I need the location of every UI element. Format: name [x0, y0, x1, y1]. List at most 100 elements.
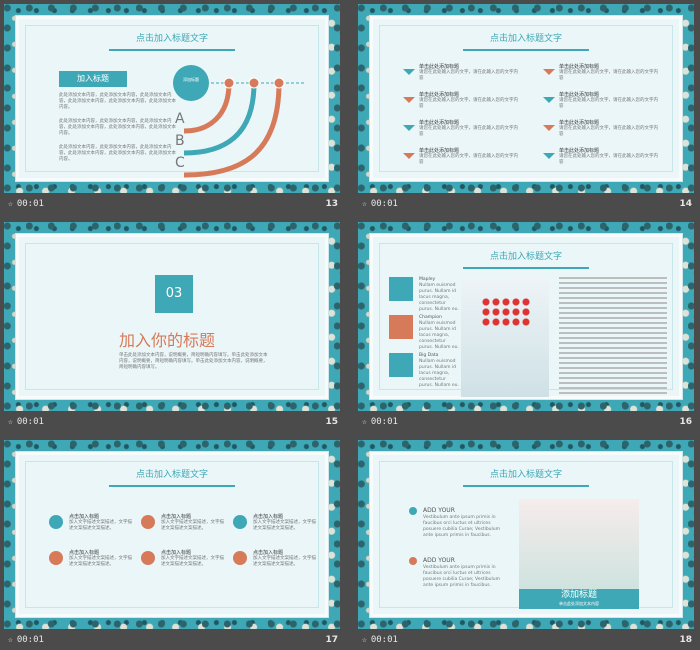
- list-item: 点击加入标题 加入文字描述文案描述，文字描述文案描述文案描述。: [233, 549, 323, 579]
- bullet-circle: [141, 515, 155, 529]
- slide-frame: 点击加入标题文字 单击此处添加标题 请您在此处输入您的文字，请在此输入您的文字内…: [358, 4, 694, 193]
- item-title: 单击此处添加标题: [559, 148, 600, 154]
- slide-time: 00:01: [370, 417, 398, 427]
- slide-title: 点击加入标题文字: [489, 252, 562, 262]
- slide-time: 00:01: [370, 635, 398, 645]
- item-label: Champion: [419, 315, 442, 320]
- slide-number: 17: [325, 635, 338, 645]
- slide-sorter-grid: 点击加入标题文字 加入标题 此处添加文本内容，此处添加文本内容，此处添加文本内容…: [0, 0, 700, 646]
- item-text: 请您在此处输入您的文字，请在此输入您的文字内容: [419, 70, 518, 81]
- slide-thumb-18[interactable]: 点击加入标题文字 ADD YOUR Vestibulum ante ipsum …: [358, 440, 694, 650]
- item-text: 加入文字描述文案描述，文字描述文案描述文案描述。: [253, 520, 316, 531]
- bullet-circle: [233, 515, 247, 529]
- title-underline: [109, 485, 235, 487]
- item-text: 请您在此处输入您的文字，请在此输入您的文字内容: [419, 154, 518, 165]
- item-title: 点击加入标题: [161, 514, 192, 520]
- item-text: 请您在此处输入您的文字，请在此输入您的文字内容: [559, 98, 658, 109]
- list-item: 单击此处添加标题 请您在此处输入您的文字，请在此输入您的文字内容: [543, 63, 663, 87]
- add-title-button: 加入标题: [59, 71, 127, 87]
- slide-canvas: 03 加入你的标题 单击此处添加文本内容，说明概要，简短明确内容填写。单击此处添…: [16, 234, 328, 399]
- item-title: 点击加入标题: [253, 550, 284, 556]
- list-item: 单击此处添加标题 请您在此处输入您的文字，请在此输入您的文字内容: [403, 91, 523, 115]
- caption-box: 添加标题 单击此处添加文本内容: [519, 589, 639, 609]
- list-item: 单击此处添加标题 请您在此处输入您的文字，请在此输入您的文字内容: [403, 119, 523, 143]
- item-title: 点击加入标题: [253, 514, 284, 520]
- slide-time: 00:01: [16, 635, 44, 645]
- item-title: 单击此处添加标题: [559, 64, 600, 70]
- title-underline: [463, 485, 589, 487]
- slide-frame: 点击加入标题文字 Mapley Nullam euismod purus. Nu…: [358, 222, 694, 411]
- item-label: Big Data: [419, 353, 439, 358]
- chevron-down-icon: [543, 97, 555, 103]
- item-title: 单击此处添加标题: [419, 92, 460, 98]
- item-title: 单击此处添加标题: [559, 92, 600, 98]
- body-text-3: 此处添加文本内容，此处添加文本内容，此处添加文本内容，此处添加文本内容，此处添加…: [59, 145, 176, 162]
- item-title: 单击此处添加标题: [559, 120, 600, 126]
- list-item: 点击加入标题 加入文字描述文案描述，文字描述文案描述文案描述。: [49, 549, 139, 579]
- slide-time: ☆ 00:01: [8, 199, 44, 209]
- slide-canvas: 点击加入标题文字 点击加入标题 加入文字描述文案描述，文字描述文案描述文案描述。…: [16, 452, 328, 617]
- list-item: 单击此处添加标题 请您在此处输入您的文字，请在此输入您的文字内容: [403, 147, 523, 171]
- body-text: Vestibulum ante ipsum primis in faucibus…: [423, 515, 501, 538]
- item-text: 请您在此处输入您的文字，请在此输入您的文字内容: [559, 126, 658, 137]
- item-text: Nullam euismod purus. Nullam id lacus ma…: [419, 283, 459, 312]
- slide-title: 点击加入标题文字: [489, 470, 562, 480]
- list-item: 点击加入标题 加入文字描述文案描述，文字描述文案描述文案描述。: [233, 513, 323, 543]
- letter-c: C: [175, 155, 185, 171]
- item-text: 加入文字描述文案描述，文字描述文案描述文案描述。: [161, 556, 224, 567]
- slide-time: 00:01: [16, 417, 44, 427]
- landscape-painting-image: [519, 499, 639, 589]
- chevron-down-icon: [543, 153, 555, 159]
- slide-time: 00:01: [370, 199, 398, 209]
- chevron-down-icon: [543, 69, 555, 75]
- slide-canvas: 点击加入标题文字 ADD YOUR Vestibulum ante ipsum …: [370, 452, 682, 617]
- slide-canvas: 点击加入标题文字 Mapley Nullam euismod purus. Nu…: [370, 234, 682, 399]
- item-text: 请您在此处输入您的文字，请在此输入您的文字内容: [419, 98, 518, 109]
- item-title: 单击此处添加标题: [419, 120, 460, 126]
- list-item: 点击加入标题 加入文字描述文案描述，文字描述文案描述文案描述。: [49, 513, 139, 543]
- section-heading: 加入你的标题: [119, 331, 216, 350]
- chevron-down-icon: [403, 125, 415, 131]
- slide-thumb-17[interactable]: 点击加入标题文字 点击加入标题 加入文字描述文案描述，文字描述文案描述文案描述。…: [4, 440, 340, 650]
- slide-canvas: 点击加入标题文字 单击此处添加标题 请您在此处输入您的文字，请在此输入您的文字内…: [370, 16, 682, 181]
- bullet-circle: [233, 551, 247, 565]
- body-text-1: 此处添加文本内容，此处添加文本内容，此处添加文本内容，此处添加文本内容，此处添加…: [59, 93, 176, 110]
- plum-blossom-image: [461, 277, 549, 397]
- bullet-dot: [409, 557, 417, 565]
- slide-title: 点击加入标题文字: [489, 34, 562, 44]
- list-item: 单击此处添加标题 请您在此处输入您的文字，请在此输入您的文字内容: [403, 63, 523, 87]
- item-text: Nullam euismod purus. Nullam id lacus ma…: [419, 359, 459, 388]
- slide-number: 14: [679, 199, 692, 209]
- item-title: 单击此处添加标题: [419, 64, 460, 70]
- item-text: Nullam euismod purus. Nullam id lacus ma…: [419, 321, 459, 350]
- slide-thumb-15[interactable]: 03 加入你的标题 单击此处添加文本内容，说明概要，简短明确内容填写。单击此处添…: [4, 222, 340, 432]
- slide-title: 点击加入标题文字: [135, 34, 208, 44]
- slide-frame: 03 加入你的标题 单击此处添加文本内容，说明概要，简短明确内容填写。单击此处添…: [4, 222, 340, 411]
- item-text: 加入文字描述文案描述，文字描述文案描述文案描述。: [161, 520, 224, 531]
- item-title: 点击加入标题: [69, 550, 100, 556]
- section-number: 03: [155, 275, 193, 313]
- slide-canvas: 点击加入标题文字 加入标题 此处添加文本内容，此处添加文本内容，此处添加文本内容…: [16, 16, 328, 181]
- title-underline: [109, 49, 235, 51]
- chevron-down-icon: [403, 69, 415, 75]
- title-underline: [463, 49, 589, 51]
- item-text: 加入文字描述文案描述，文字描述文案描述文案描述。: [253, 556, 316, 567]
- slide-thumb-16[interactable]: 点击加入标题文字 Mapley Nullam euismod purus. Nu…: [358, 222, 694, 432]
- bullet-circle: [49, 515, 63, 529]
- section-body: 单击此处添加文本内容，说明概要，简短明确内容填写。单击此处添加文本内容，说明概要…: [119, 353, 268, 370]
- item-text: 加入文字描述文案描述，文字描述文案描述文案描述。: [69, 556, 132, 567]
- bullet-circle: [49, 551, 63, 565]
- body-text: Vestibulum ante ipsum primis in faucibus…: [423, 565, 501, 588]
- item-text: 加入文字描述文案描述，文字描述文案描述文案描述。: [69, 520, 132, 531]
- slide-title: 点击加入标题文字: [135, 470, 208, 480]
- circle-label: 添加标题: [183, 77, 199, 82]
- slide-number: 15: [325, 417, 338, 427]
- slide-thumb-14[interactable]: 点击加入标题文字 单击此处添加标题 请您在此处输入您的文字，请在此输入您的文字内…: [358, 4, 694, 214]
- slide-thumb-13[interactable]: 点击加入标题文字 加入标题 此处添加文本内容，此处添加文本内容，此处添加文本内容…: [4, 4, 340, 214]
- item-text: 请您在此处输入您的文字，请在此输入您的文字内容: [419, 126, 518, 137]
- caption-title: 添加标题: [560, 590, 597, 600]
- body-text-2: 此处添加文本内容，此处添加文本内容，此处添加文本内容，此处添加文本内容，此处添加…: [59, 119, 176, 136]
- slide-frame: 点击加入标题文字 加入标题 此处添加文本内容，此处添加文本内容，此处添加文本内容…: [4, 4, 340, 193]
- slide-frame: 点击加入标题文字 点击加入标题 加入文字描述文案描述，文字描述文案描述文案描述。…: [4, 440, 340, 629]
- item-text: 请您在此处输入您的文字，请在此输入您的文字内容: [559, 70, 658, 81]
